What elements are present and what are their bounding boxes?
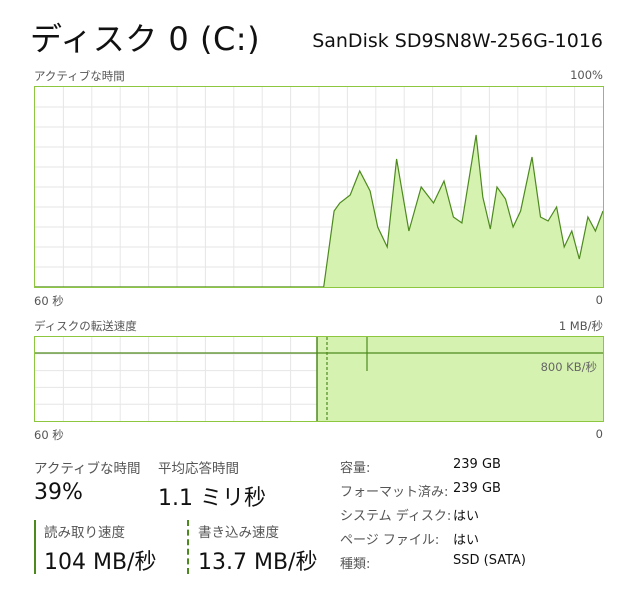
active-time-chart-label: アクティブな時間	[34, 69, 125, 83]
page-title: ディスク 0 (C:)	[30, 20, 261, 58]
property-value: 239 GB	[453, 457, 501, 472]
active-time-x-left-label: 60 秒	[34, 294, 64, 308]
transfer-mid-label: 800 KB/秒	[540, 360, 597, 374]
active-time-max-label: 100%	[570, 68, 603, 82]
transfer-x-right-label: 0	[595, 427, 603, 441]
property-value: SSD (SATA)	[453, 553, 526, 568]
write-speed-label: 書き込み速度	[198, 525, 279, 541]
property-row: ページ ファイル: はい	[340, 529, 610, 549]
write-speed-value: 13.7 MB/秒	[198, 550, 318, 575]
active-time-x-right-label: 0	[595, 293, 603, 307]
property-value: はい	[453, 509, 480, 524]
read-speed-indicator	[34, 520, 36, 574]
property-value: 239 GB	[453, 481, 501, 496]
active-time-chart	[34, 86, 604, 288]
transfer-area	[317, 337, 603, 421]
property-label: フォーマット済み:	[340, 485, 449, 500]
avg-response-value: 1.1 ミリ秒	[158, 486, 266, 511]
property-label: 種類:	[340, 557, 371, 572]
active-time-stat-value: 39%	[34, 480, 83, 505]
transfer-chart-label: ディスクの転送速度	[34, 319, 137, 333]
read-speed-value: 104 MB/秒	[44, 550, 157, 575]
property-label: 容量:	[340, 461, 371, 476]
avg-response-label: 平均応答時間	[158, 461, 239, 477]
disk-model: SanDisk SD9SN8W-256G-1016	[312, 30, 603, 52]
property-label: ページ ファイル:	[340, 533, 440, 548]
transfer-max-label: 1 MB/秒	[558, 319, 603, 333]
property-row: 容量: 239 GB	[340, 457, 610, 477]
property-value: はい	[453, 533, 480, 548]
transfer-chart-plot	[35, 337, 603, 421]
property-row: 種類: SSD (SATA)	[340, 553, 610, 573]
write-speed-indicator	[187, 520, 189, 574]
transfer-x-left-label: 60 秒	[34, 428, 64, 442]
property-label: システム ディスク:	[340, 509, 452, 524]
transfer-chart: 800 KB/秒	[34, 336, 604, 422]
property-row: システム ディスク: はい	[340, 505, 610, 525]
active-time-chart-plot	[35, 87, 603, 287]
active-time-stat-label: アクティブな時間	[34, 461, 141, 477]
read-speed-label: 読み取り速度	[44, 525, 125, 541]
property-row: フォーマット済み: 239 GB	[340, 481, 610, 501]
